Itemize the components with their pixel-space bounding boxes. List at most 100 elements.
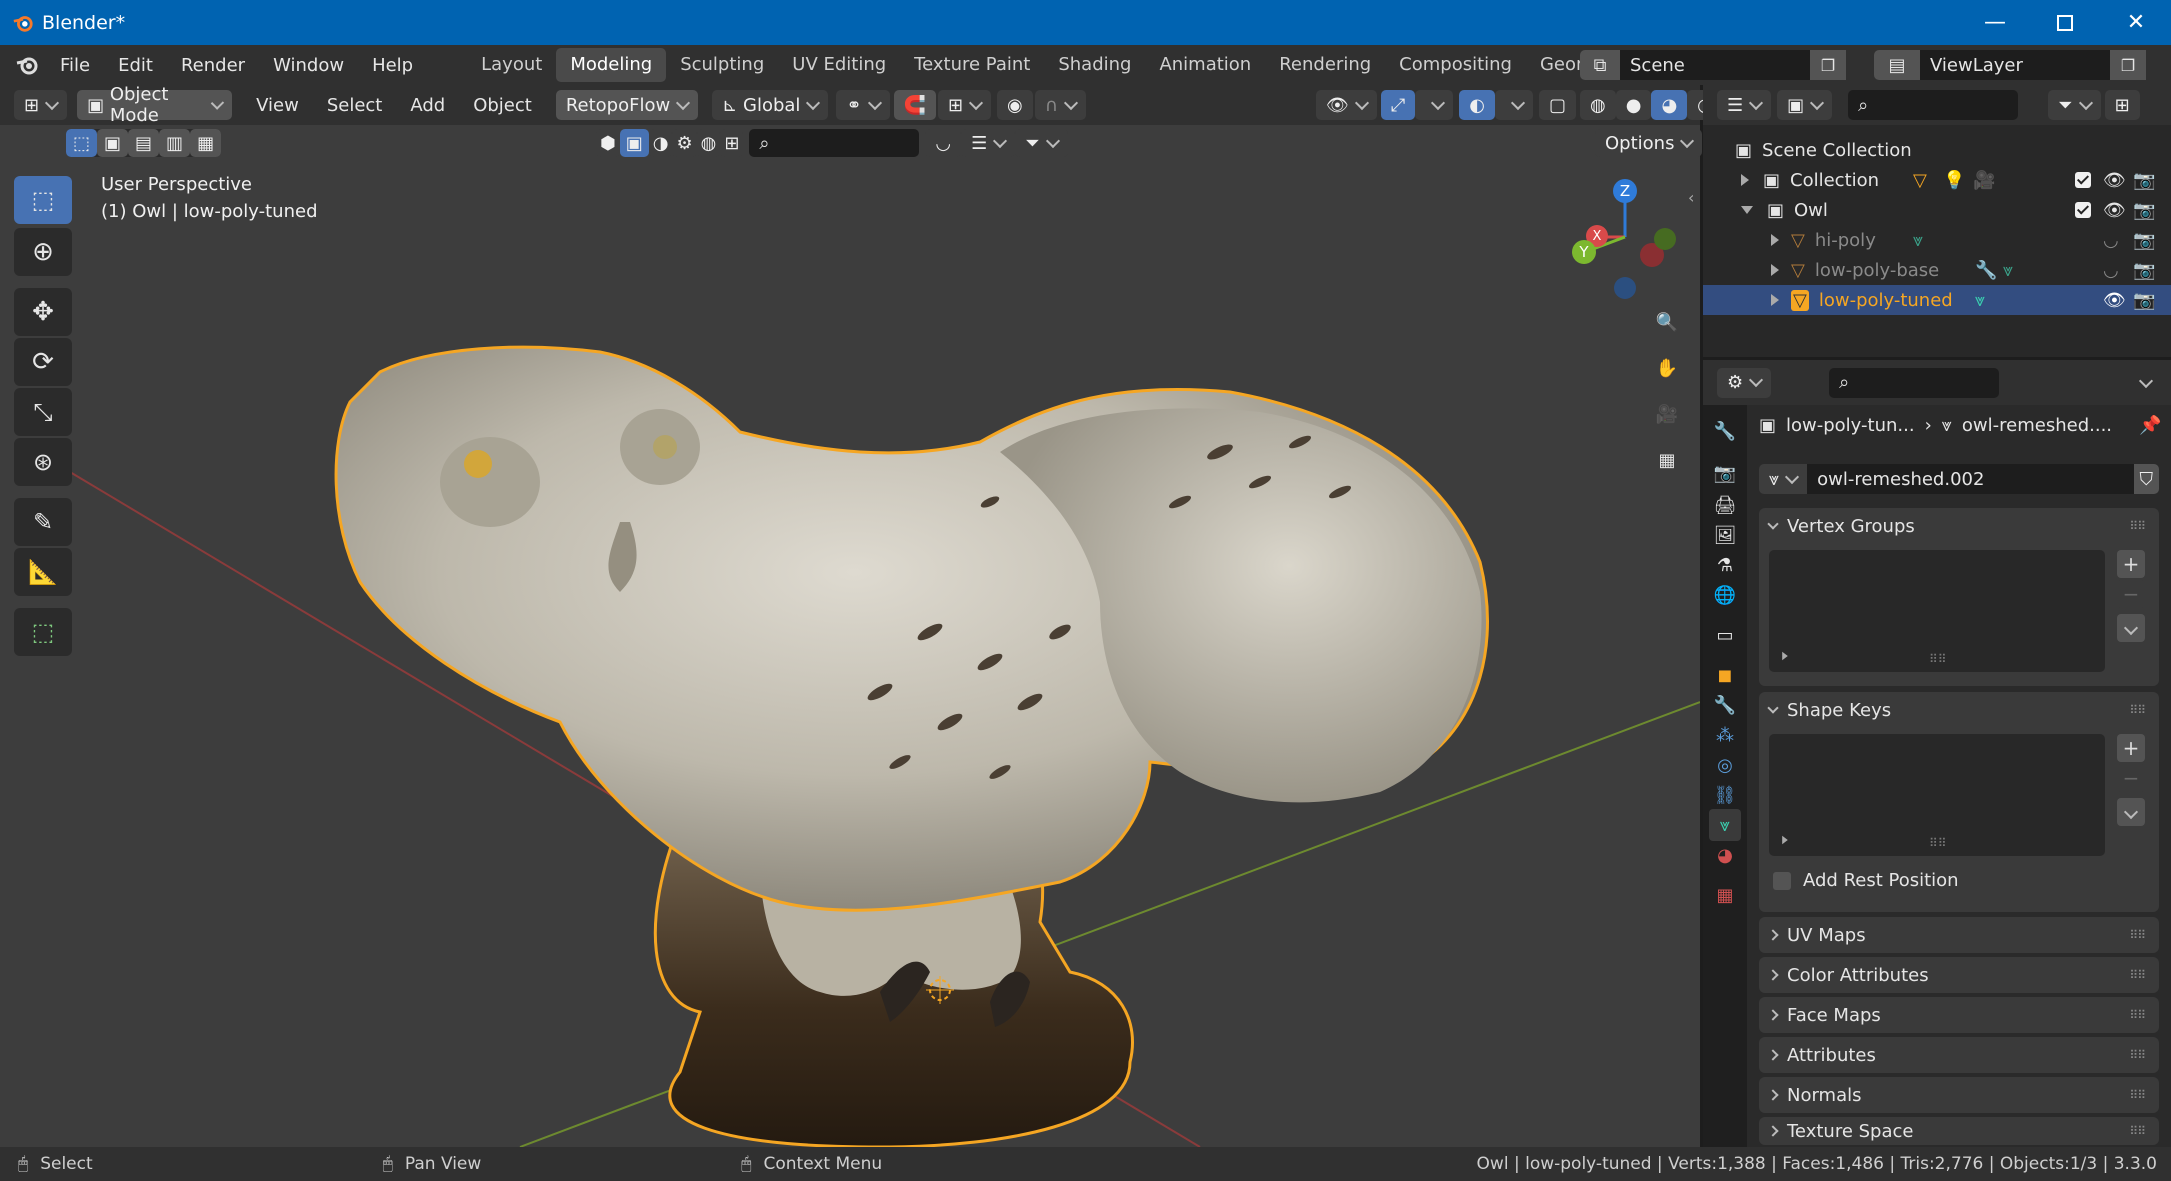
render-disabled-icon[interactable]: 📷 [2133, 260, 2155, 281]
tool-tab-icon[interactable]: 🔧 [1709, 415, 1741, 447]
tab-rendering[interactable]: Rendering [1265, 48, 1385, 82]
gizmo-z[interactable]: Z [1613, 179, 1637, 203]
annotate-tool[interactable]: ✎ [14, 498, 72, 546]
collection-tab-icon[interactable]: ▭ [1709, 619, 1741, 651]
add-rest-position-row[interactable]: Add Rest Position [1773, 870, 1959, 891]
outliner-row-low-poly-tuned[interactable]: ▽ low-poly-tuned ⩔ 👁 📷 [1703, 285, 2171, 315]
snap-icon[interactable]: 🧲 [893, 90, 936, 120]
expand-arrow-icon[interactable] [1771, 264, 1779, 276]
vertex-group-specials-button[interactable] [2117, 614, 2145, 642]
expand-arrow-icon[interactable] [1741, 174, 1749, 186]
render-camera-icon[interactable]: 📷 [2133, 290, 2155, 311]
measure-tool[interactable]: 📐 [14, 548, 72, 596]
render-camera-icon[interactable]: 📷 [2133, 170, 2155, 191]
retopo-globe-icon[interactable]: ◍ [696, 129, 721, 157]
menu-help[interactable]: Help [358, 55, 427, 76]
list-expand-icon[interactable] [1782, 651, 1788, 661]
tab-modeling[interactable]: Modeling [556, 48, 667, 82]
gizmo-y[interactable]: Y [1572, 240, 1596, 264]
scene-selector[interactable]: ⧉ Scene ❐ [1580, 50, 1850, 80]
select-intersect-icon[interactable]: ▦ [190, 129, 222, 157]
menu-view[interactable]: View [242, 95, 313, 116]
uv-maps-panel[interactable]: UV Maps ⠿⠿ [1759, 917, 2159, 953]
properties-options-icon[interactable] [2138, 370, 2154, 391]
display-mode-icon[interactable]: ▣ [1777, 90, 1833, 120]
visibility-icon[interactable]: 👁 [1316, 90, 1377, 120]
gizmo-dropdown-icon[interactable] [1415, 90, 1454, 120]
outliner-row-owl[interactable]: ▣ Owl 👁 📷 [1703, 195, 2171, 225]
eye-icon[interactable]: 👁 [2103, 170, 2126, 191]
tab-sculpting[interactable]: Sculpting [666, 48, 778, 82]
tab-uv-editing[interactable]: UV Editing [778, 48, 900, 82]
editor-type-button[interactable]: ⊞ [14, 90, 68, 120]
menu-object[interactable]: Object [459, 95, 546, 116]
face-maps-panel[interactable]: Face Maps ⠿⠿ [1759, 997, 2159, 1033]
material-tab-icon[interactable]: ◕ [1709, 839, 1741, 871]
menu-file[interactable]: File [46, 55, 104, 76]
expand-arrow-icon[interactable] [1771, 294, 1779, 306]
rotate-tool[interactable]: ⟳ [14, 338, 72, 386]
snap-target-icon[interactable]: ⊞ [937, 90, 992, 120]
list-filter-icon[interactable]: ☰ [961, 129, 1016, 157]
close-window-button[interactable]: ✕ [2101, 0, 2171, 45]
sidebar-toggle-icon[interactable]: ‹ [1688, 188, 1694, 207]
tab-texture-paint[interactable]: Texture Paint [900, 48, 1044, 82]
zoom-icon[interactable]: 🔍 [1647, 302, 1687, 342]
outliner-row-hi-poly[interactable]: ▽ hi-poly ⩔ ◡ 📷 [1703, 225, 2171, 255]
texture-space-panel[interactable]: Texture Space ⠿⠿ [1759, 1117, 2159, 1145]
add-rest-position-checkbox[interactable] [1773, 871, 1791, 890]
texture-tab-icon[interactable]: ▦ [1709, 879, 1741, 911]
expand-arrow-icon[interactable] [1771, 234, 1779, 246]
properties-search-input[interactable]: ⌕ [1829, 367, 2000, 398]
retopo-shade-icon[interactable]: ◑ [648, 129, 673, 157]
normals-panel[interactable]: Normals ⠿⠿ [1759, 1077, 2159, 1113]
object-tab-icon[interactable]: ◼ [1709, 659, 1741, 691]
select-invert-icon[interactable]: ▥ [159, 129, 191, 157]
funnel-icon[interactable]: ⏷ [1015, 129, 1068, 157]
list-resize-grip-icon[interactable]: ⠿⠿ [1929, 836, 1947, 850]
list-resize-grip-icon[interactable]: ⠿⠿ [1929, 652, 1947, 666]
eye-closed-icon[interactable]: ◡ [2103, 230, 2119, 251]
tab-layout[interactable]: Layout [467, 48, 556, 82]
fake-user-shield-icon[interactable]: ⛉ [2133, 464, 2159, 494]
add-cube-tool[interactable]: ⬚ [14, 608, 72, 656]
mode-dropdown[interactable]: ▣ Object Mode [77, 84, 233, 126]
shape-keys-header[interactable]: Shape Keys ⠿⠿ [1759, 692, 2159, 728]
properties-editor-type-icon[interactable]: ⚙ [1717, 367, 1772, 398]
outliner-editor-type-icon[interactable]: ☰ [1717, 90, 1772, 120]
falloff-icon[interactable]: ∩ [1034, 90, 1086, 120]
remove-vertex-group-button[interactable]: − [2117, 580, 2145, 608]
vertex-groups-list[interactable]: ⠿⠿ [1769, 550, 2105, 672]
tab-shading[interactable]: Shading [1044, 48, 1145, 82]
camera-view-icon[interactable]: 🎥 [1647, 394, 1687, 434]
select-subtract-icon[interactable]: ▤ [128, 129, 160, 157]
retopo-mesh-icon[interactable]: ⬢ [596, 129, 620, 157]
blender-menu-icon[interactable] [14, 53, 40, 77]
wireframe-shading-icon[interactable]: ◍ [1580, 90, 1616, 120]
material-preview-icon[interactable]: ◕ [1651, 90, 1688, 120]
outliner-search-input[interactable]: ⌕ [1848, 90, 2019, 120]
data-tab-icon[interactable]: ⩔ [1709, 809, 1741, 841]
eye-icon[interactable]: 👁 [2103, 200, 2126, 221]
scene-icon[interactable]: ⧉ [1580, 50, 1620, 80]
minimize-button[interactable]: — [1960, 0, 2030, 45]
retopo-nodes-icon[interactable]: ⚙ [672, 129, 697, 157]
eye-closed-icon[interactable]: ◡ [2103, 260, 2119, 281]
world-tab-icon[interactable]: 🌐 [1709, 579, 1741, 611]
view-layer-tab-icon[interactable]: 🖼 [1709, 519, 1741, 551]
scene-collection-row[interactable]: ▣ Scene Collection [1703, 135, 2171, 165]
perspective-grid-icon[interactable]: ▦ [1647, 440, 1687, 480]
scene-name-field[interactable]: Scene [1620, 50, 1810, 80]
move-tool[interactable]: ✥ [14, 288, 72, 336]
options-dropdown[interactable]: Options [1595, 129, 1703, 157]
select-new-icon[interactable]: ⬚ [66, 129, 98, 157]
solid-shading-icon[interactable]: ● [1615, 90, 1652, 120]
retopoflow-dropdown[interactable]: RetopoFlow [555, 90, 699, 120]
select-box-tool[interactable]: ⬚ [14, 176, 72, 224]
new-collection-icon[interactable]: ⊞ [2104, 90, 2140, 120]
cursor-tool[interactable]: ⊕ [14, 228, 72, 276]
render-disabled-icon[interactable]: 📷 [2133, 230, 2155, 251]
attributes-panel[interactable]: Attributes ⠿⠿ [1759, 1037, 2159, 1073]
scale-tool[interactable]: ⤡ [14, 388, 72, 436]
viewlayer-selector[interactable]: ▤ ViewLayer ❐ [1874, 50, 2164, 80]
